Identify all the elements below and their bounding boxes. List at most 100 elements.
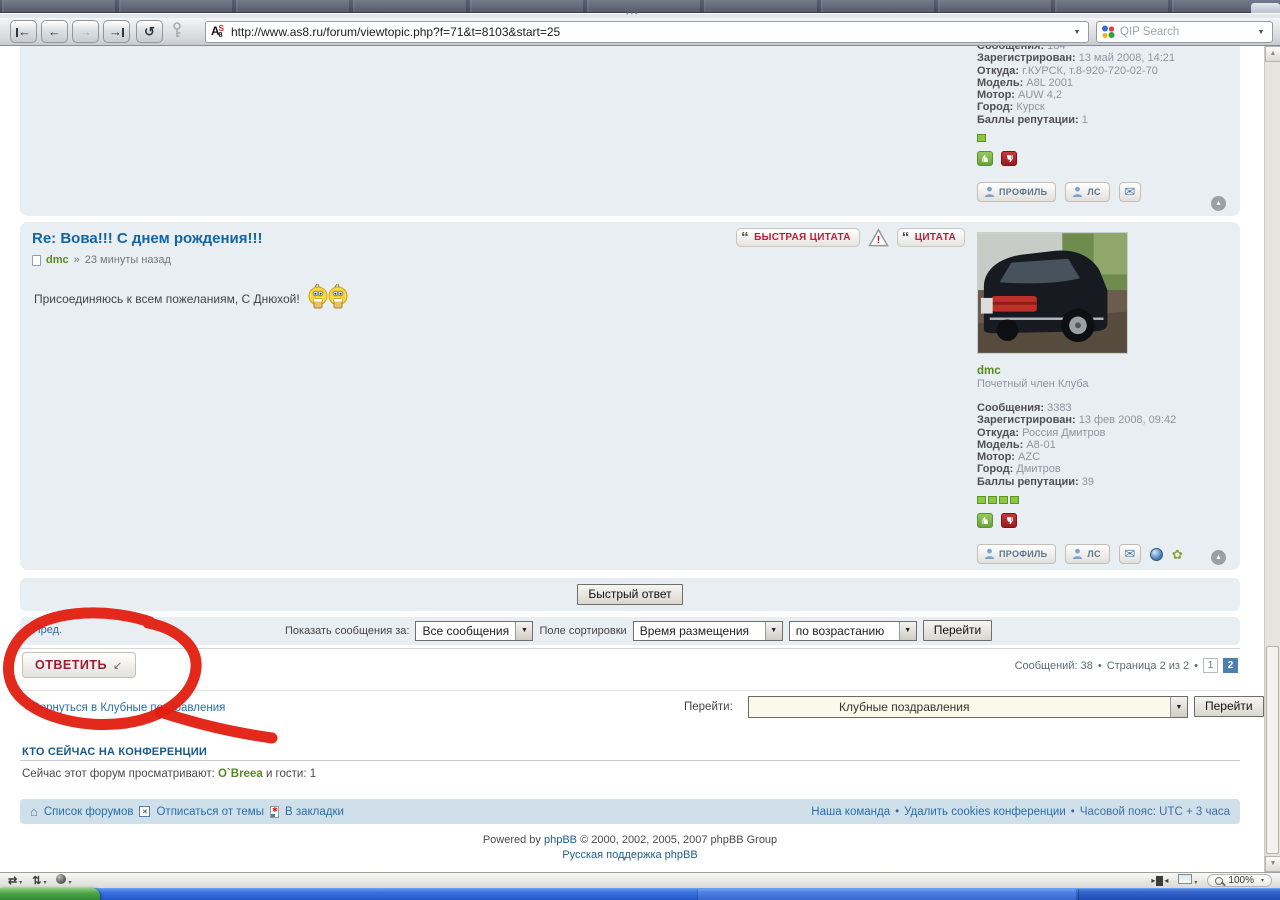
field-value: Дмитров [1016, 463, 1060, 475]
icq-flower-button[interactable]: ✿ [1172, 548, 1183, 561]
dropdown-arrow-icon[interactable]: ▼ [765, 622, 782, 640]
display-label: Показать сообщения за: [285, 625, 409, 637]
post-author-link[interactable]: dmc [46, 254, 69, 266]
powered-by: Powered by phpBB © 2000, 2002, 2005, 200… [20, 834, 1240, 846]
zoom-control[interactable]: 100% ▾ [1207, 874, 1272, 887]
phpbb-link[interactable]: phpBB [544, 834, 577, 846]
network-button[interactable]: ▾ [56, 874, 71, 887]
first-page-button[interactable]: ← [10, 20, 37, 43]
post-time: 23 минуты назад [85, 254, 171, 266]
scroll-up-button[interactable]: ▲ [1265, 46, 1280, 62]
team-link[interactable]: Наша команда [811, 806, 890, 818]
address-dropdown-button[interactable]: ▼ [1068, 23, 1086, 41]
person-icon [984, 186, 995, 198]
forward-icon: → [79, 24, 92, 39]
field-value: Россия Дмитров [1022, 427, 1105, 439]
sort-field-select[interactable]: Время размещения ▼ [633, 621, 783, 641]
profile-button[interactable]: ПРОФИЛЬ [977, 182, 1056, 202]
dropdown-arrow-icon[interactable]: ▼ [1170, 697, 1187, 717]
post-title[interactable]: Re: Вова!!! С днем рождения!!! [32, 230, 263, 247]
address-bar[interactable]: A S 8 http://www.as8.ru/forum/viewtopic.… [205, 21, 1089, 43]
user-rank: Почетный член Клуба [977, 378, 1232, 391]
return-to-forum-link[interactable]: ‹ Вернуться в Клубные поздравления [25, 702, 225, 714]
website-globe-button[interactable] [1150, 548, 1163, 561]
forward-icon: → [109, 24, 122, 39]
dropdown-arrow-icon[interactable]: ▼ [515, 622, 532, 640]
scrollbar-thumb[interactable] [1266, 646, 1279, 854]
top-of-page-button[interactable]: ▲ [1211, 550, 1226, 565]
browser-tab-bar[interactable] [0, 0, 1280, 13]
whois-prefix: Сейчас этот форум просматривают: [22, 768, 215, 780]
profile-button-label: ПРОФИЛЬ [999, 187, 1047, 197]
favicon-letters: S 8 [219, 25, 224, 39]
sort-go-button[interactable]: Перейти [923, 620, 993, 641]
viewer-link[interactable]: O`Breea [218, 768, 263, 780]
caret-icon[interactable]: ▾ [1261, 877, 1264, 884]
display-posts-select[interactable]: Все сообщения▼ [415, 621, 533, 641]
active-tab[interactable] [1251, 3, 1280, 13]
field-label: Город: [977, 101, 1013, 113]
start-button[interactable] [0, 888, 100, 900]
navigation-arrows-button[interactable]: ⇄▾ [8, 874, 22, 887]
bookmark-link[interactable]: В закладки [285, 806, 344, 818]
image-icon [1178, 874, 1192, 884]
quote-button[interactable]: “ЦИТАТА [897, 228, 965, 247]
pm-button-label: ЛС [1087, 549, 1100, 559]
email-button[interactable]: ✉ [1119, 544, 1141, 564]
pm-button-label: ЛС [1087, 187, 1100, 197]
dropdown-arrow-icon[interactable]: ▼ [899, 622, 916, 640]
fit-to-width-button[interactable]: ▸◂ [1151, 876, 1168, 886]
delete-cookies-link[interactable]: Удалить cookies конференции [904, 806, 1066, 818]
last-page-button[interactable]: → [103, 20, 130, 43]
forum-jump-select[interactable]: Клубные поздравления ▼ [748, 696, 1188, 718]
fast-forward-button[interactable]: ⇅▾ [32, 874, 46, 887]
field-value: Курск [1016, 101, 1044, 113]
image-toggle-button[interactable]: ▾ [1178, 874, 1197, 887]
page-1-button[interactable]: 1 [1203, 658, 1218, 673]
report-warning-button[interactable]: ! [868, 228, 889, 247]
refresh-button[interactable]: ↺ [136, 20, 163, 43]
thumb-down-button[interactable] [1001, 513, 1017, 528]
forum-list-link[interactable]: Список форумов [44, 806, 134, 818]
search-placeholder[interactable]: QIP Search [1120, 26, 1179, 38]
search-box[interactable]: QIP Search ▼ [1096, 21, 1273, 43]
qip-logo-icon [1101, 25, 1115, 39]
status-right-controls: ▸◂ ▾ 100% ▾ [1151, 874, 1272, 887]
prev-page-link[interactable]: ‹ Пред. [26, 624, 62, 636]
sort-direction-select[interactable]: по возрастанию▼ [789, 621, 917, 641]
post-count: Сообщений: 38 [1015, 660, 1093, 672]
username[interactable]: dmc [977, 365, 1232, 378]
key-icon[interactable] [170, 22, 184, 44]
back-button[interactable]: ← [41, 20, 68, 43]
forward-button[interactable]: → [72, 20, 99, 43]
top-of-page-button[interactable]: ▲ [1211, 196, 1226, 211]
jump-go-button[interactable]: Перейти [1194, 696, 1264, 717]
thumb-up-button[interactable] [977, 513, 993, 528]
field-value: 13 май 2008, 14:21 [1079, 52, 1175, 64]
thumb-down-button[interactable] [1001, 151, 1017, 166]
taskbar-window-button[interactable] [697, 889, 1077, 900]
profile-button[interactable]: ПРОФИЛЬ [977, 544, 1056, 564]
caret-icon: ▾ [68, 880, 71, 886]
pm-button[interactable]: ЛС [1065, 544, 1109, 564]
windows-taskbar[interactable] [0, 888, 1280, 900]
post-reply-button[interactable]: ОТВЕТИТЬ ↙ [22, 652, 136, 678]
url-text[interactable]: http://www.as8.ru/forum/viewtopic.php?f=… [231, 25, 560, 39]
thumb-up-button[interactable] [977, 151, 993, 166]
home-icon: ⌂ [30, 805, 38, 818]
email-button[interactable]: ✉ [1119, 182, 1141, 202]
profile-field: Зарегистрирован: 13 май 2008, 14:21 [977, 52, 1232, 64]
russian-support-link[interactable]: Русская поддержка phpBB [562, 849, 697, 861]
quote-icon: “ [741, 230, 749, 245]
system-tray[interactable] [1078, 889, 1280, 900]
select-value: Время размещения [634, 624, 755, 638]
page-2-button[interactable]: 2 [1223, 658, 1238, 673]
search-dropdown-button[interactable]: ▼ [1252, 23, 1270, 41]
quick-reply-button[interactable]: Быстрый ответ [577, 584, 682, 605]
scroll-down-button[interactable]: ▼ [1265, 856, 1280, 872]
quick-quote-button[interactable]: “БЫСТРАЯ ЦИТАТА [736, 228, 860, 247]
unsubscribe-link[interactable]: Отписаться от темы [156, 806, 264, 818]
reputation-bar [977, 129, 1232, 147]
vertical-scrollbar[interactable]: ▲ ▼ [1264, 46, 1280, 872]
pm-button[interactable]: ЛС [1065, 182, 1109, 202]
